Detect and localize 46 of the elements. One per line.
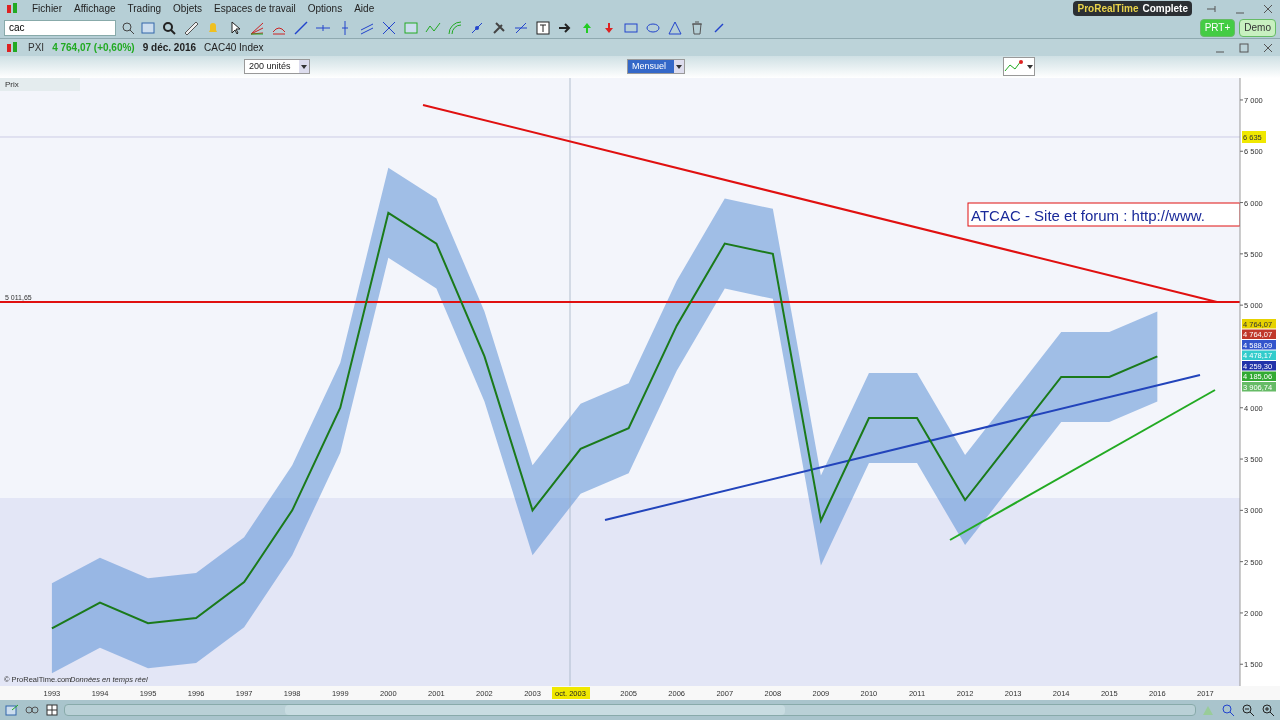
demo-account-button[interactable]: Demo [1239,18,1276,37]
zoom-out-icon[interactable] [1240,702,1256,718]
axis-tick [1239,150,1244,152]
axis-tick [1239,561,1244,563]
instrument-name: CAC40 Index [204,41,264,55]
panel-label: Prix [5,80,19,89]
axis-tick [1239,202,1244,204]
scrollbar[interactable] [64,704,1196,716]
axis-tick [1239,663,1244,665]
menu-item[interactable]: Affichage [74,1,116,16]
annotation-text: ATCAC - Site et forum : http://www. [967,202,1241,227]
indicators-button[interactable] [1003,57,1035,76]
export-icon[interactable] [4,702,20,718]
line-tool-icon[interactable] [293,19,309,36]
quote-date: 9 déc. 2016 [142,41,197,55]
axis-tick [1239,612,1244,614]
search-field[interactable]: cac [4,19,116,36]
menu-item[interactable]: Fichier [32,1,62,16]
search-icon[interactable] [161,19,177,36]
menu-item[interactable]: Options [307,1,343,16]
tools-icon[interactable] [491,19,507,36]
scrollbar-thumb[interactable] [285,705,785,715]
quote-value: 4 764,07 (+0,60%) [52,41,135,55]
ruler-icon[interactable] [183,19,199,36]
zoom-in-icon[interactable] [1260,702,1276,718]
axis-tick [1239,407,1244,409]
trash-icon[interactable] [689,19,705,36]
grid-icon[interactable] [44,702,60,718]
ticker-label[interactable]: PXI [28,40,45,55]
auto-zoom-icon[interactable] [1220,702,1236,718]
triangle-icon[interactable] [667,19,683,36]
menu-item[interactable]: Espaces de travail [214,1,296,16]
axis-tick [1239,304,1244,306]
app-edition-badge: ProRealTime Complete [1073,1,1192,16]
units-dropdown[interactable]: 200 unités [244,59,310,74]
text-icon[interactable] [535,19,551,36]
period-dropdown[interactable]: Mensuel [627,59,685,74]
axis-tick [1239,253,1244,255]
axis-tick [1239,99,1244,101]
axis-tick [1239,509,1244,511]
menu-item[interactable]: Aide [354,1,375,16]
search-icon[interactable] [120,19,136,36]
menu-item[interactable]: Objets [173,1,202,16]
menu-item[interactable]: Trading [127,1,162,16]
axis-tick [1239,458,1244,460]
crossed-lines-icon[interactable] [381,19,397,36]
